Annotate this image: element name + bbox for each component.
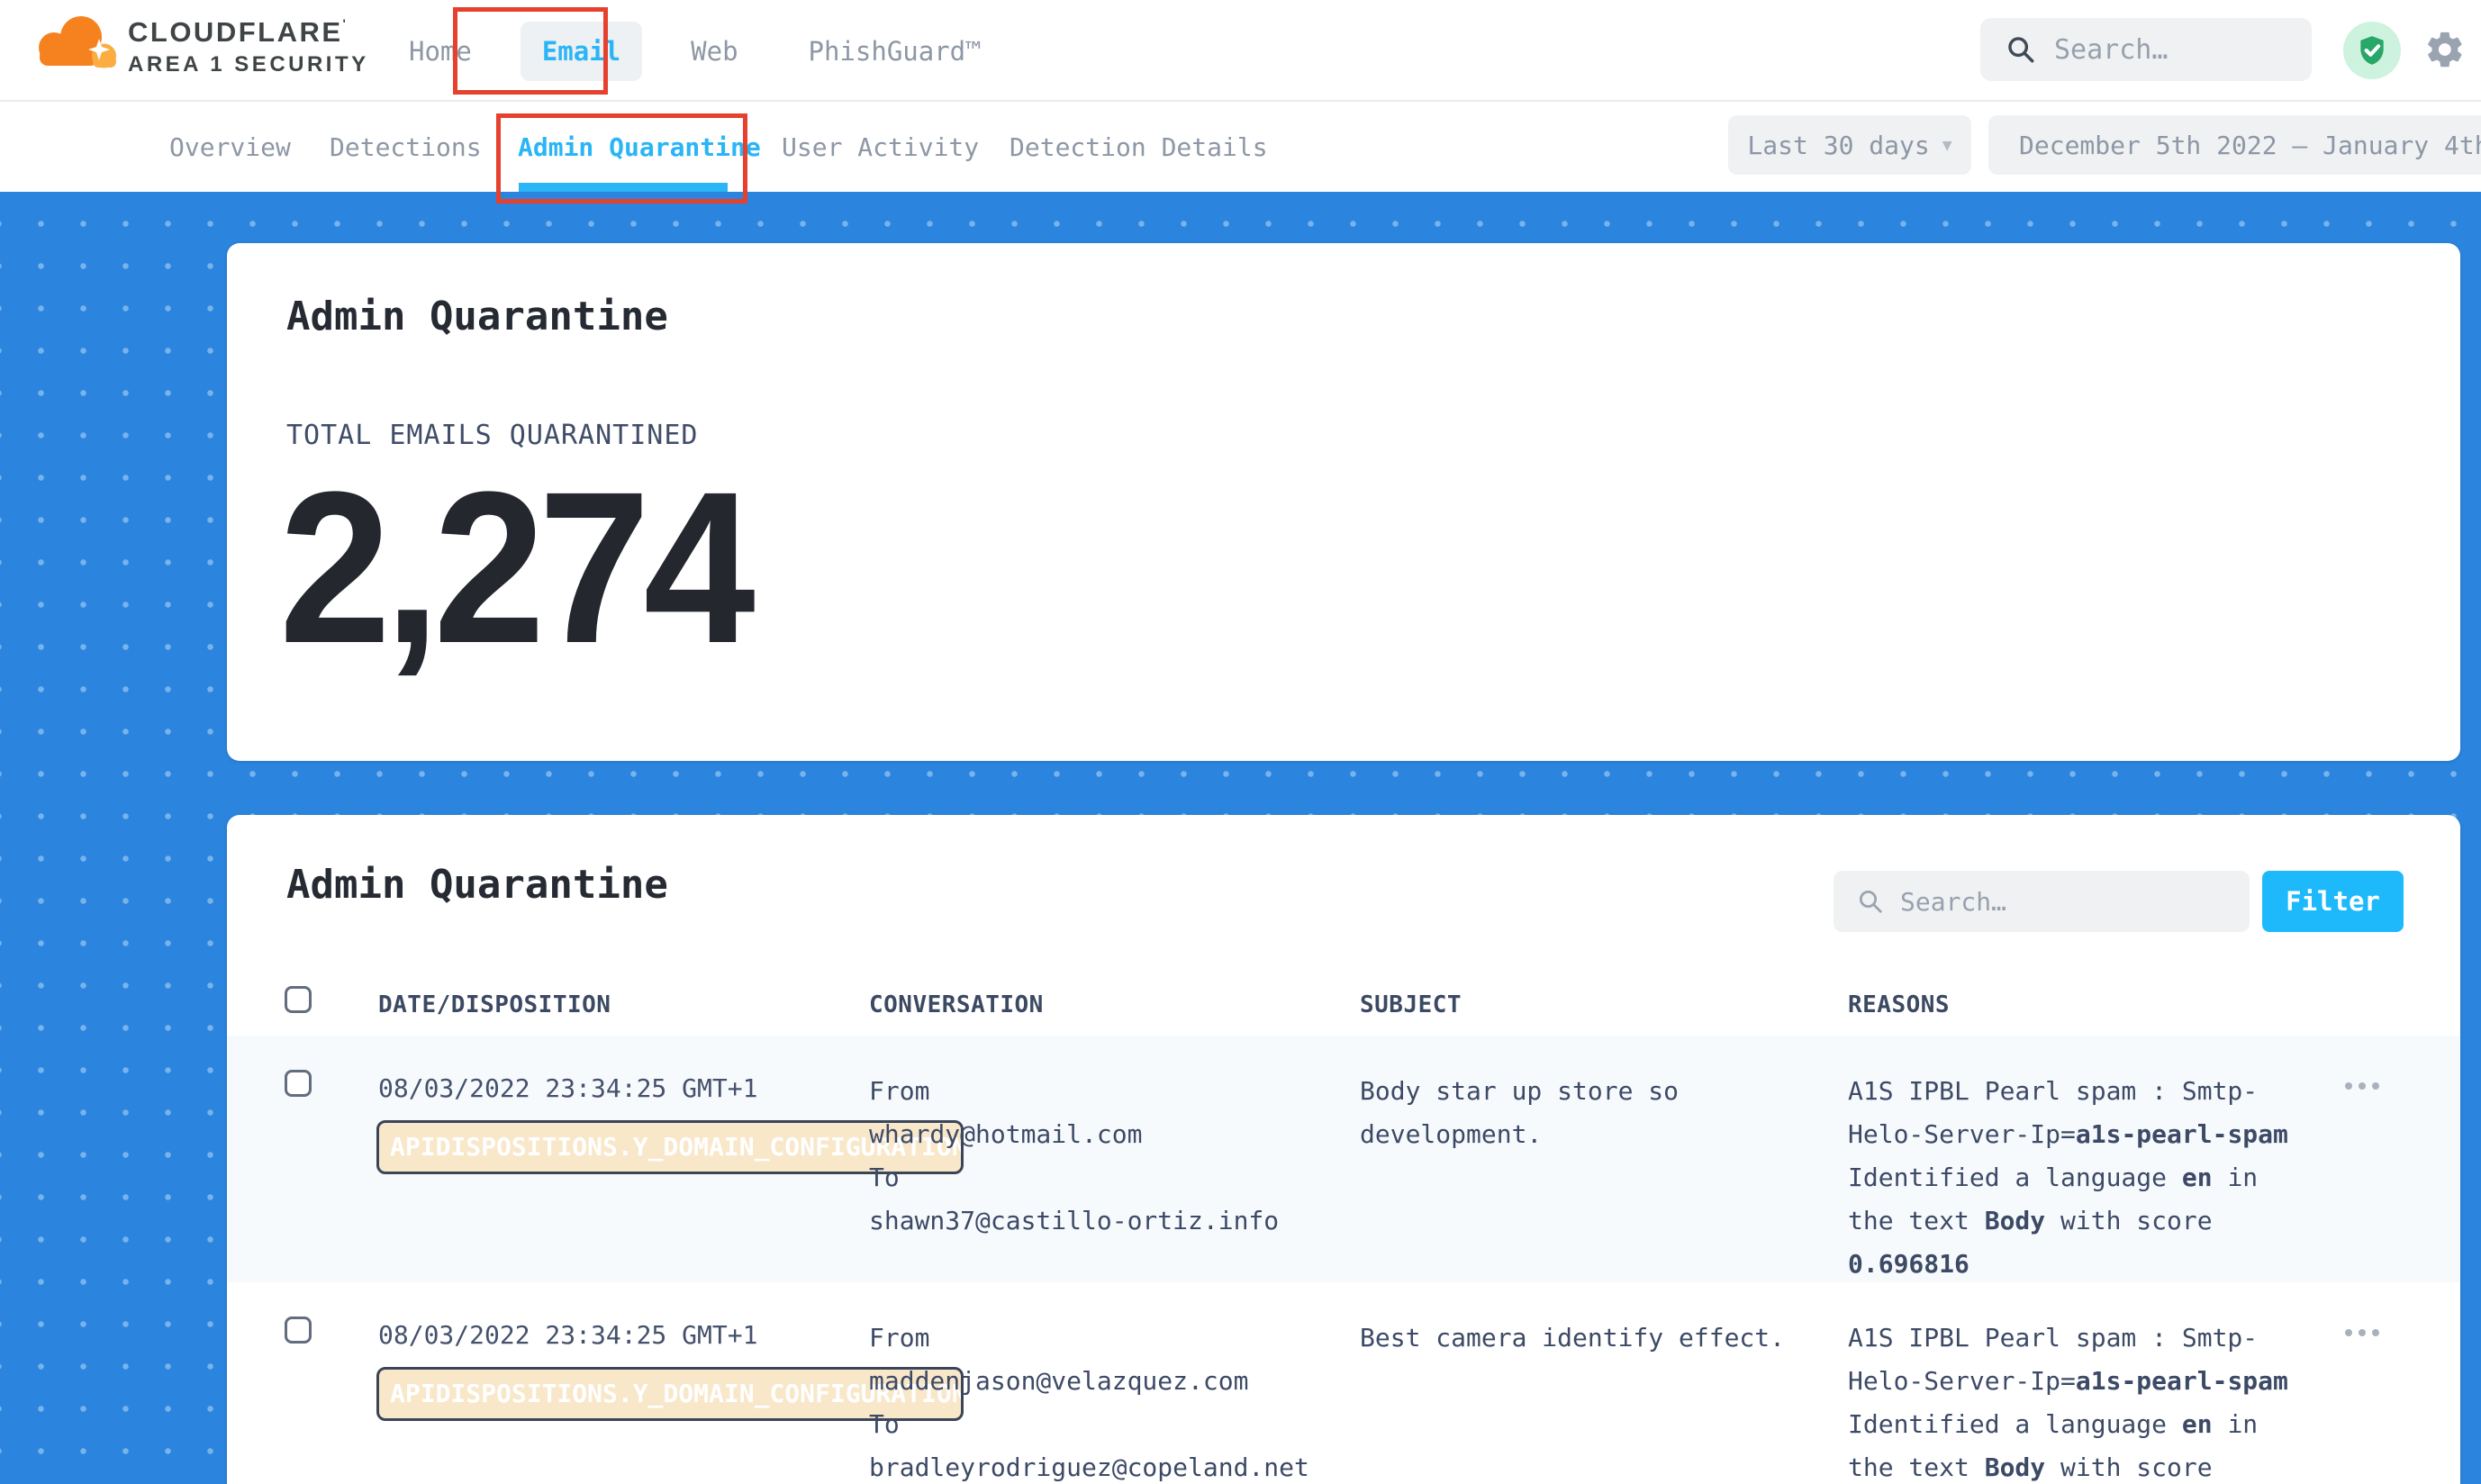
row-actions-button[interactable] [2345,1082,2379,1090]
row-conversation: From whardy@hotmail.com To shawn37@casti… [869,1070,1279,1243]
email-section-tabbar: Overview Detections Admin Quarantine Use… [0,102,2481,192]
conversation-to-address: bradleyrodriguez@copeland.net [869,1446,1309,1484]
row-subject: Body star up store so development. [1360,1070,1810,1156]
row-date: 08/03/2022 23:34:25 GMT+1 [378,1073,757,1103]
date-range-preset-dropdown[interactable]: Last 30 days ▼ [1728,115,1971,175]
col-header-subject[interactable]: SUBJECT [1360,991,1462,1018]
conversation-to-label: To [869,1156,1279,1199]
row-actions-button[interactable] [2345,1329,2379,1336]
nav-item-email[interactable]: Email [521,22,642,81]
table-card-title: Admin Quarantine [286,862,668,908]
col-header-reasons[interactable]: REASONS [1848,991,1950,1018]
conversation-from-address: whardy@hotmail.com [869,1113,1279,1156]
select-all-checkbox[interactable] [285,986,312,1013]
conversation-from-label: From [869,1317,1309,1360]
conversation-from-address: maddenjason@velazquez.com [869,1360,1309,1403]
primary-nav: Home Email Web PhishGuard™ [387,0,1003,102]
conversation-from-label: From [869,1070,1279,1113]
table-row[interactable]: 08/03/2022 23:34:25 GMT+1 APIDISPOSITION… [227,1036,2460,1282]
settings-gear-icon[interactable] [2424,29,2466,70]
total-quarantined-value: 2,274 [279,459,748,675]
nav-item-home[interactable]: Home [387,22,493,81]
top-header: CLOUDFLARE' AREA 1 SECURITY Home Email W… [0,0,2481,102]
protection-status-badge[interactable] [2343,22,2401,79]
date-range-display[interactable]: December 5th 2022 — January 4th 2023 [1988,115,2481,175]
tab-admin-quarantine[interactable]: Admin Quarantine [518,102,761,192]
table-header-row: DATE/DISPOSITION CONVERSATION SUBJECT RE… [227,979,2460,1035]
tab-detection-details[interactable]: Detection Details [1010,102,1268,192]
table-search[interactable] [1834,871,2250,932]
chevron-down-icon: ▼ [1942,136,1952,155]
tab-overview[interactable]: Overview [169,102,291,192]
global-search[interactable] [1980,18,2312,81]
search-icon [1857,888,1884,915]
tab-user-activity[interactable]: User Activity [782,102,979,192]
table-search-input[interactable] [1900,887,2197,917]
row-date: 08/03/2022 23:34:25 GMT+1 [378,1320,757,1350]
quarantine-summary-card: Admin Quarantine TOTAL EMAILS QUARANTINE… [227,243,2460,761]
col-header-date-disposition[interactable]: DATE/DISPOSITION [378,991,611,1018]
tab-detections[interactable]: Detections [330,102,482,192]
nav-item-phishguard[interactable]: PhishGuard™ [787,22,1003,81]
quarantine-table-card: Admin Quarantine Filter DATE/DISPOSITION… [227,815,2460,1484]
summary-card-title: Admin Quarantine [286,294,668,339]
date-range-text: December 5th 2022 — January 4th 2023 [2019,131,2481,160]
row-conversation: From maddenjason@velazquez.com To bradle… [869,1317,1309,1484]
col-header-conversation[interactable]: CONVERSATION [869,991,1044,1018]
cloudflare-area1-logo[interactable]: CLOUDFLARE' AREA 1 SECURITY [31,9,369,85]
page: CLOUDFLARE' AREA 1 SECURITY Home Email W… [0,0,2481,1484]
row-reasons: A1S IPBL Pearl spam : Smtp-Helo-Server-I… [1848,1070,2352,1286]
filter-button[interactable]: Filter [2262,871,2404,932]
row-subject: Best camera identify effect. [1360,1317,1810,1360]
row-reasons: A1S IPBL Pearl spam : Smtp-Helo-Server-I… [1848,1317,2352,1484]
main-content: Admin Quarantine TOTAL EMAILS QUARANTINE… [0,192,2481,1484]
logo-text: CLOUDFLARE' AREA 1 SECURITY [128,16,369,77]
row-checkbox[interactable] [285,1070,312,1097]
active-tab-indicator [519,183,728,192]
date-range-preset-label: Last 30 days [1747,131,1929,160]
brand-subtitle: AREA 1 SECURITY [128,52,369,77]
shield-check-icon [2355,33,2389,68]
nav-item-web[interactable]: Web [669,22,759,81]
brand-trademark: ' [343,16,349,31]
table-row[interactable]: 08/03/2022 23:34:25 GMT+1 APIDISPOSITION… [227,1282,2460,1484]
cloudflare-cloud-icon [31,9,121,85]
brand-name: CLOUDFLARE [128,16,343,48]
global-search-input[interactable] [2054,34,2288,66]
search-icon [2006,34,2036,65]
row-checkbox[interactable] [285,1317,312,1344]
conversation-to-address: shawn37@castillo-ortiz.info [869,1199,1279,1243]
conversation-to-label: To [869,1403,1309,1446]
